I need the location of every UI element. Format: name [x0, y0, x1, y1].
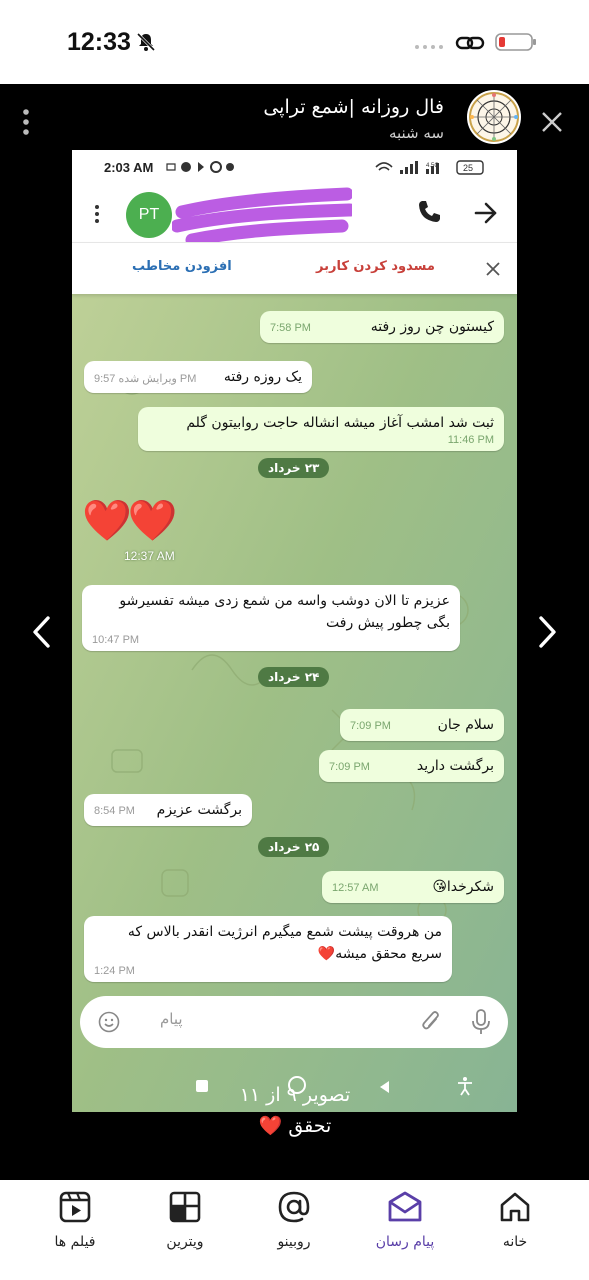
tab-home[interactable]: خانه	[456, 1188, 574, 1268]
link-icon	[455, 36, 485, 50]
dismiss-icon[interactable]	[485, 261, 501, 277]
message-bubble[interactable]: سلام جان 7:09 PM	[340, 709, 504, 741]
attachment-icon[interactable]	[420, 1009, 442, 1035]
phone-call-icon[interactable]	[415, 198, 443, 226]
hearts-message[interactable]: ❤️❤️	[82, 497, 178, 545]
channel-title: فال روزانه |شمع تراپی	[263, 96, 444, 118]
contact-action-bar: افزودن مخاطب مسدود کردن کاربر	[72, 242, 517, 294]
next-image-icon[interactable]	[535, 614, 559, 650]
message-bubble[interactable]: شکرخدا😘 12:57 AM	[322, 871, 504, 903]
block-user-button[interactable]: مسدود کردن کاربر	[316, 259, 435, 274]
add-contact-button[interactable]: افزودن مخاطب	[132, 259, 232, 274]
status-bar: 12:33	[0, 0, 589, 84]
message-time: 12:57 AM	[332, 882, 379, 894]
message-time: 8:54 PM	[94, 805, 135, 817]
inner-battery-level: 25	[463, 163, 473, 173]
notification-icons	[166, 161, 234, 173]
tab-label: پیام رسان	[375, 1234, 435, 1250]
message-text: کیستون چن روز رفته	[370, 319, 494, 335]
message-text: ثبت شد امشب آغاز میشه انشاله حاجت روابیت…	[186, 415, 494, 431]
message-text: برگشت عزیزم	[156, 802, 242, 818]
tab-messenger[interactable]: پیام رسان	[346, 1188, 464, 1268]
bottom-navigation: خانه پیام رسان روبینو ویترین فیلم ها	[0, 1180, 589, 1280]
date-chip: ۲۴ خرداد	[258, 667, 330, 687]
chat-header: PT	[72, 184, 517, 247]
tab-label: خانه	[502, 1234, 528, 1250]
contact-avatar[interactable]: PT	[126, 192, 172, 238]
image-counter: تصویر ۹ از ۱۱	[239, 1084, 351, 1106]
tab-label: ویترین	[166, 1234, 204, 1250]
status-time: 12:33	[67, 28, 131, 56]
date-chip: ۲۵ خرداد	[258, 837, 330, 857]
microphone-icon[interactable]	[470, 1008, 492, 1036]
message-list: کیستون چن روز رفته 7:58 PM یک روزه رفته …	[72, 295, 517, 990]
message-bubble[interactable]: ثبت شد امشب آغاز میشه انشاله حاجت روابیت…	[138, 407, 504, 451]
inner-signal-battery-icons: 4.5G 25	[375, 160, 484, 175]
forward-arrow-icon[interactable]	[472, 200, 500, 226]
messenger-icon	[388, 1191, 422, 1222]
signal-dots-icon	[415, 45, 443, 49]
rubino-icon	[278, 1191, 310, 1223]
mute-bell-icon	[136, 32, 156, 52]
tab-label: روبینو	[277, 1234, 311, 1250]
tab-label: فیلم ها	[54, 1234, 96, 1250]
more-options-icon[interactable]	[18, 106, 34, 138]
message-time: 7:09 PM	[350, 720, 391, 732]
message-time: 10:47 PM	[92, 634, 140, 646]
message-time: 7:09 PM	[329, 761, 370, 773]
message-bubble[interactable]: عزیزم تا الان دوشب واسه من شمع زدی میشه …	[82, 585, 460, 651]
emoji-icon[interactable]	[98, 1011, 120, 1033]
showcase-icon	[169, 1191, 201, 1223]
inner-status-bar: 2:03 AM 4.5G 25	[72, 150, 517, 184]
image-caption: تحقق ❤️	[258, 1115, 332, 1137]
chat-screenshot-image: 2:03 AM 4.5G 25 PT	[72, 150, 517, 1112]
message-text: شکرخدا😘	[432, 879, 494, 895]
message-time: 12:37 AM	[124, 549, 175, 563]
inner-status-time: 2:03 AM	[104, 160, 154, 175]
post-day: سه شنبه	[388, 124, 444, 142]
date-chip: ۲۳ خرداد	[258, 458, 330, 478]
message-bubble[interactable]: برگشت عزیزم 8:54 PM	[84, 794, 252, 826]
message-input[interactable]: پیام	[160, 1010, 183, 1028]
message-bubble[interactable]: کیستون چن روز رفته 7:58 PM	[260, 311, 504, 343]
message-time: 1:24 PM	[94, 965, 135, 977]
message-composer: پیام	[80, 996, 508, 1048]
message-text: یک روزه رفته	[223, 369, 302, 385]
message-text: برگشت دارید	[416, 758, 494, 774]
message-bubble[interactable]: یک روزه رفته ویرایش شده 9:57 PM	[84, 361, 312, 393]
chat-menu-icon[interactable]	[94, 204, 100, 224]
image-viewer: فال روزانه |شمع تراپی سه شنبه 2:03 AM 25…	[0, 84, 589, 1180]
tab-films[interactable]: فیلم ها	[16, 1188, 134, 1268]
message-time: 7:58 PM	[270, 322, 311, 334]
message-bubble[interactable]: من هروقت پیشت شمع میگیرم انرژیت انقدر با…	[84, 916, 452, 982]
tab-showcase[interactable]: ویترین	[126, 1188, 244, 1268]
battery-icon	[495, 33, 536, 51]
redacted-name-scribble	[172, 187, 352, 247]
tab-rubino[interactable]: روبینو	[235, 1188, 353, 1268]
message-text: عزیزم تا الان دوشب واسه من شمع زدی میشه …	[119, 593, 450, 631]
message-text: سلام جان	[437, 717, 494, 733]
message-bubble[interactable]: برگشت دارید 7:09 PM	[319, 750, 504, 782]
zodiac-wheel-icon	[469, 92, 519, 142]
channel-avatar[interactable]	[467, 90, 521, 144]
previous-image-icon[interactable]	[30, 614, 54, 650]
message-time: ویرایش شده 9:57 PM	[94, 373, 197, 385]
home-icon	[500, 1192, 530, 1222]
films-icon	[59, 1191, 91, 1223]
close-icon[interactable]	[540, 110, 564, 134]
accessibility-icon	[458, 1077, 472, 1096]
message-time: 11:46 PM	[447, 434, 494, 446]
message-text: من هروقت پیشت شمع میگیرم انرژیت انقدر با…	[127, 924, 442, 962]
